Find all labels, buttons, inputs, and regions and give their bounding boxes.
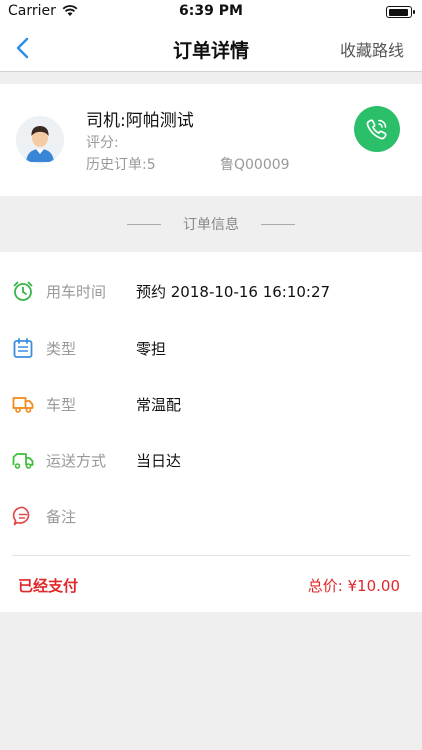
call-driver-button[interactable] xyxy=(354,106,400,152)
divider-line xyxy=(261,223,295,225)
info-value: 当日达 xyxy=(136,451,182,470)
info-label: 用车时间 xyxy=(46,282,107,301)
person-avatar-icon xyxy=(16,116,64,164)
info-row-delivery-method: 运送方式 当日达 xyxy=(0,445,422,475)
delivery-truck-icon xyxy=(12,453,34,469)
calendar-icon xyxy=(13,338,33,358)
driver-avatar xyxy=(16,116,64,164)
info-value: 预约 2018-10-16 16:10:27 xyxy=(136,282,331,301)
info-row-time: 用车时间 预约 2018-10-16 16:10:27 xyxy=(0,276,422,306)
phone-icon xyxy=(366,119,387,140)
payment-status: 已经支付 xyxy=(18,577,79,595)
driver-name: 司机:阿帕测试 xyxy=(86,111,194,131)
alarm-clock-icon xyxy=(13,281,33,301)
order-info-card: 用车时间 预约 2018-10-16 16:10:27 类型 零担 车型 常温配… xyxy=(0,252,422,612)
info-label: 类型 xyxy=(46,339,77,358)
info-label: 备注 xyxy=(46,507,77,526)
nav-bar: 订单详情 收藏路线 xyxy=(0,24,422,72)
summary-divider xyxy=(12,555,410,556)
info-row-vehicle-type: 车型 常温配 xyxy=(0,389,422,419)
info-row-remark: 备注 xyxy=(0,501,422,531)
order-info-section-header: 订单信息 xyxy=(0,196,422,252)
status-bar: Carrier 6:39 PM xyxy=(0,0,422,24)
total-price: 总价: ¥10.00 xyxy=(307,577,400,595)
driver-history-orders: 历史订单:5 xyxy=(86,157,156,173)
info-label: 运送方式 xyxy=(46,451,107,470)
info-row-type: 类型 零担 xyxy=(0,333,422,363)
section-title: 订单信息 xyxy=(183,217,239,233)
chat-bubble-icon xyxy=(12,506,30,526)
save-route-button[interactable]: 收藏路线 xyxy=(340,37,404,61)
truck-icon xyxy=(12,397,34,413)
driver-plate-number: 鲁Q00009 xyxy=(220,157,290,173)
info-value: 零担 xyxy=(136,339,167,358)
info-label: 车型 xyxy=(46,395,77,414)
status-time: 6:39 PM xyxy=(179,3,243,19)
driver-card: 司机:阿帕测试 评分: 历史订单:5 鲁Q00009 xyxy=(0,84,422,196)
info-value: 常温配 xyxy=(136,395,182,414)
driver-rating: 评分: xyxy=(86,135,119,151)
divider-line xyxy=(127,223,161,225)
battery-icon xyxy=(386,6,415,18)
